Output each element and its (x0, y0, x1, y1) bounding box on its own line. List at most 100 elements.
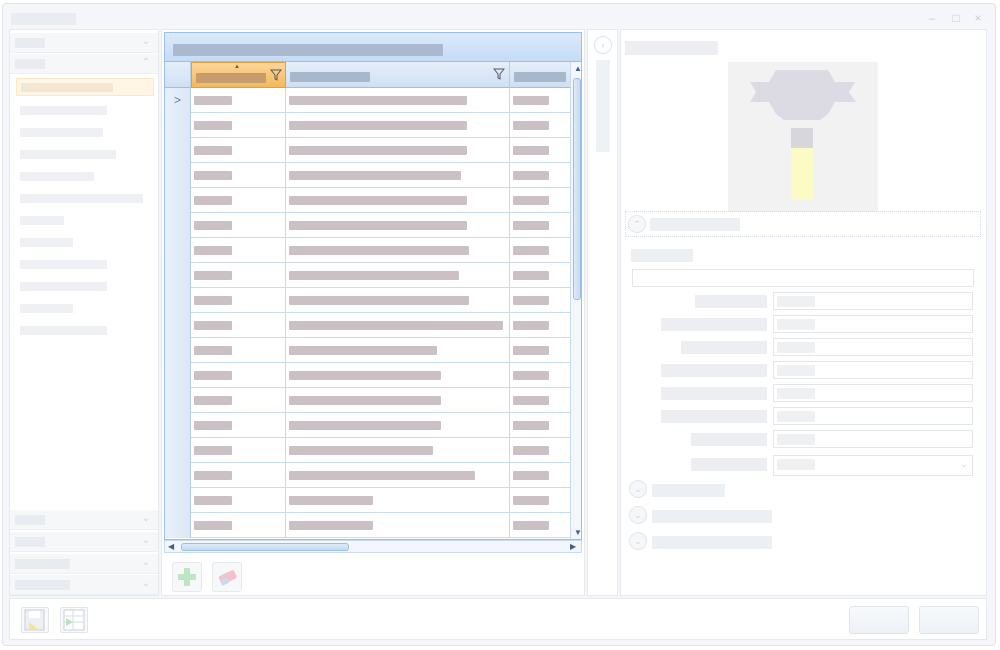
grid-cell[interactable] (191, 188, 286, 213)
grid-cell[interactable] (286, 263, 510, 288)
grid-cell[interactable] (191, 138, 286, 163)
property-input[interactable] (773, 384, 973, 402)
funnel-icon[interactable] (493, 68, 505, 80)
nav-group-header[interactable]: ⌄ (10, 33, 158, 53)
row-indicator[interactable] (165, 313, 191, 338)
maximize-icon[interactable]: □ (948, 10, 964, 26)
grid-cell[interactable] (286, 213, 510, 238)
table-row[interactable] (165, 338, 570, 363)
data-grid[interactable]: ▲ > ▲ ▼ (164, 62, 582, 540)
chevron-down-icon[interactable]: ⌄ (629, 480, 647, 498)
grid-cell[interactable] (510, 88, 570, 113)
row-indicator[interactable] (165, 513, 191, 538)
chevron-up-icon[interactable]: ⌃ (628, 215, 646, 233)
grid-cell[interactable] (286, 163, 510, 188)
row-indicator[interactable] (165, 138, 191, 163)
grid-cell[interactable] (510, 163, 570, 188)
row-indicator[interactable] (165, 463, 191, 488)
table-row[interactable] (165, 513, 570, 538)
ok-button[interactable] (849, 606, 909, 634)
property-input[interactable] (773, 315, 973, 333)
grid-cell[interactable] (510, 313, 570, 338)
scroll-left-icon[interactable]: ◀ (168, 542, 174, 551)
row-indicator[interactable] (165, 238, 191, 263)
grid-cell[interactable] (286, 238, 510, 263)
grid-cell[interactable] (191, 463, 286, 488)
property-dropdown[interactable]: ⌄ (773, 455, 973, 476)
wide-field[interactable] (632, 269, 974, 287)
nav-item[interactable] (20, 172, 94, 181)
property-input[interactable] (773, 407, 973, 425)
scroll-thumb[interactable] (573, 78, 581, 300)
collapsed-section-label[interactable] (652, 510, 772, 523)
grid-cell[interactable] (286, 113, 510, 138)
table-row[interactable] (165, 138, 570, 163)
grid-cell[interactable] (286, 338, 510, 363)
nav-item-selected[interactable] (16, 78, 154, 96)
close-icon[interactable]: × (970, 10, 986, 26)
nav-item[interactable] (20, 194, 143, 203)
property-input[interactable] (773, 338, 973, 356)
column-header-1[interactable]: ▲ (191, 62, 286, 88)
grid-cell[interactable] (286, 88, 510, 113)
scroll-thumb[interactable] (181, 543, 349, 551)
save-button[interactable] (21, 607, 49, 633)
grid-cell[interactable] (191, 288, 286, 313)
row-indicator[interactable] (165, 213, 191, 238)
nav-item[interactable] (20, 326, 107, 335)
grid-cell[interactable] (286, 188, 510, 213)
table-row[interactable] (165, 213, 570, 238)
grid-cell[interactable] (510, 388, 570, 413)
grid-cell[interactable] (191, 413, 286, 438)
grid-cell[interactable] (191, 113, 286, 138)
grid-cell[interactable] (510, 188, 570, 213)
chevron-down-icon[interactable]: ⌄ (629, 532, 647, 550)
nav-group-header[interactable]: ⌄ (10, 510, 158, 530)
nav-item[interactable] (20, 106, 107, 115)
row-indicator[interactable] (165, 163, 191, 188)
row-indicator[interactable] (165, 288, 191, 313)
nav-item[interactable] (20, 260, 107, 269)
nav-group-header[interactable]: ⌄ (10, 575, 158, 595)
grid-cell[interactable] (510, 438, 570, 463)
grid-cell[interactable] (286, 313, 510, 338)
row-indicator[interactable] (165, 363, 191, 388)
table-row[interactable] (165, 113, 570, 138)
nav-item[interactable] (20, 216, 64, 225)
grid-cell[interactable] (286, 363, 510, 388)
grid-cell[interactable] (286, 288, 510, 313)
grid-cell[interactable] (191, 263, 286, 288)
horizontal-scrollbar[interactable]: ◀ ▶ (164, 540, 582, 553)
grid-cell[interactable] (510, 263, 570, 288)
chevron-down-icon[interactable]: ⌄ (629, 506, 647, 524)
export-button[interactable] (60, 607, 88, 633)
funnel-icon[interactable] (270, 69, 282, 81)
property-input[interactable] (773, 292, 973, 310)
grid-cell[interactable] (510, 488, 570, 513)
row-indicator[interactable] (165, 263, 191, 288)
table-row[interactable] (165, 363, 570, 388)
grid-cell[interactable] (191, 363, 286, 388)
table-row[interactable] (165, 488, 570, 513)
nav-item[interactable] (20, 304, 73, 313)
property-input[interactable] (773, 430, 973, 448)
grid-cell[interactable] (191, 313, 286, 338)
table-row[interactable] (165, 238, 570, 263)
table-row[interactable] (165, 463, 570, 488)
grid-cell[interactable] (510, 213, 570, 238)
nav-group-header[interactable]: ⌄ (10, 554, 158, 574)
nav-group-header-expanded[interactable]: ⌃ (10, 54, 158, 74)
grid-cell[interactable] (191, 213, 286, 238)
cancel-button[interactable] (919, 606, 979, 634)
grid-cell[interactable] (191, 238, 286, 263)
scroll-down-icon[interactable]: ▼ (574, 528, 581, 537)
table-row[interactable] (165, 413, 570, 438)
nav-item[interactable] (20, 282, 107, 291)
grid-cell[interactable] (510, 413, 570, 438)
grid-cell[interactable] (286, 513, 510, 538)
add-button[interactable] (172, 562, 202, 592)
grid-cell[interactable] (191, 488, 286, 513)
table-row[interactable] (165, 263, 570, 288)
grid-cell[interactable] (191, 388, 286, 413)
title-bar[interactable]: – □ × (3, 4, 995, 31)
